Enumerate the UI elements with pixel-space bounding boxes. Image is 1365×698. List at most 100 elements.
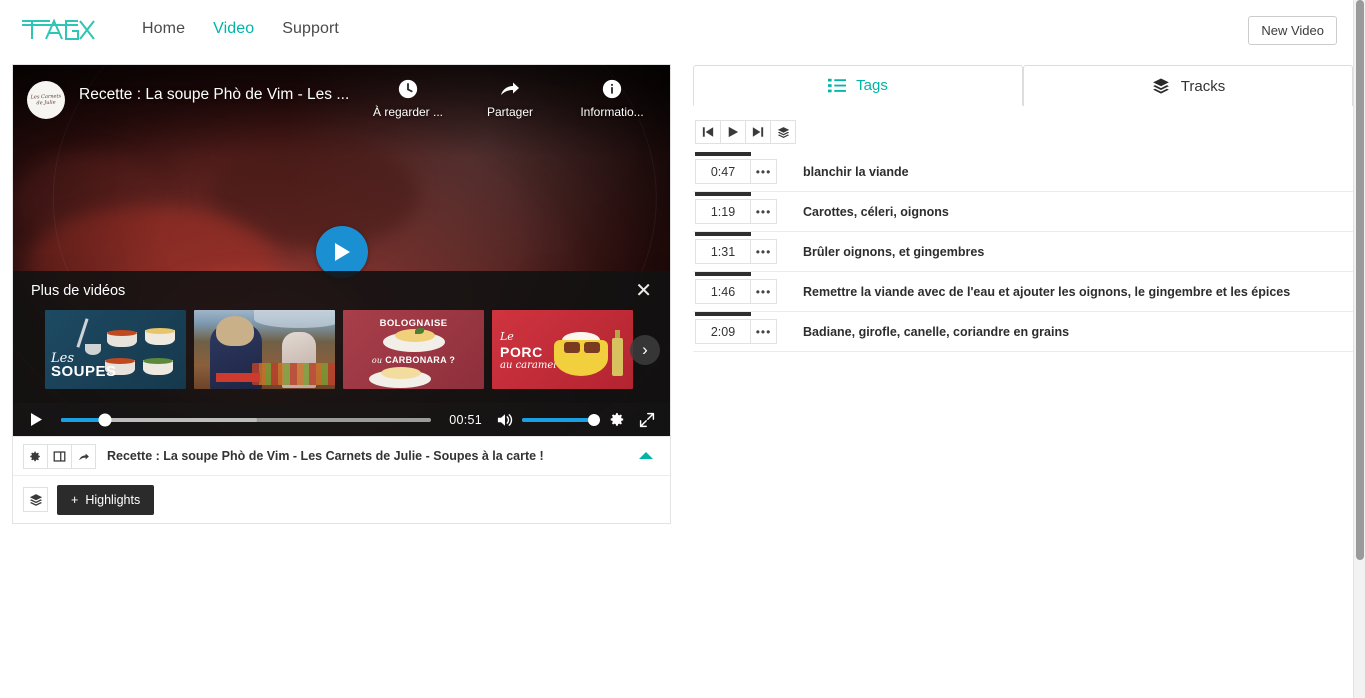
- tag-timestamp[interactable]: 1:31: [695, 239, 751, 264]
- tag-marker-bar: [695, 192, 751, 196]
- channel-avatar[interactable]: Les Carnets de Julie: [27, 81, 65, 119]
- play-button[interactable]: [720, 120, 746, 144]
- gear-icon: [610, 413, 623, 426]
- video-info-row: Recette : La soupe Phò de Vim - Les Carn…: [13, 436, 670, 475]
- video-settings-button[interactable]: [23, 443, 48, 469]
- tag-label: Badiane, girofle, canelle, coriandre en …: [803, 324, 1070, 339]
- skip-previous-button[interactable]: [695, 120, 721, 144]
- nav-link-support[interactable]: Support: [268, 14, 353, 44]
- tag-timestamp[interactable]: 0:47: [695, 159, 751, 184]
- table-row[interactable]: 1:46 ••• Remettre la viande avec de l'ea…: [693, 272, 1353, 312]
- seek-bar[interactable]: [61, 413, 432, 426]
- info-action[interactable]: Informatio...: [574, 77, 650, 119]
- share-icon: [498, 77, 522, 101]
- video-thumbnail-market-scene[interactable]: [194, 310, 335, 389]
- thumbnail-caption-line3: au caramel: [500, 360, 557, 371]
- tab-tags-label: Tags: [856, 77, 888, 94]
- caret-up-icon[interactable]: [632, 443, 660, 469]
- channel-avatar-label: Les Carnets de Julie: [30, 92, 62, 106]
- chevron-right-icon[interactable]: ›: [630, 334, 660, 365]
- watch-later-action[interactable]: À regarder ...: [370, 77, 446, 119]
- hair-shape: [216, 316, 254, 346]
- nav-links: Home Video Support: [128, 14, 353, 44]
- tag-marker-bar: [695, 152, 751, 156]
- video-thumbnail-porc-caramel[interactable]: Le PORC au caramel: [492, 310, 633, 389]
- nav-link-video[interactable]: Video: [199, 14, 268, 44]
- tag-menu-icon[interactable]: •••: [751, 159, 777, 184]
- tracks-toggle-button[interactable]: [23, 487, 48, 512]
- share-action[interactable]: Partager: [472, 77, 548, 119]
- pasta-shape: [381, 367, 421, 379]
- video-thumbnail-les-soupes[interactable]: Les SOUPES: [45, 310, 186, 389]
- video-frame-detail: [13, 154, 163, 245]
- skip-next-button[interactable]: [745, 120, 771, 144]
- thumbnail-caption-line1: Le: [500, 330, 514, 343]
- basil-leaf-icon: [415, 328, 424, 334]
- volume-slider[interactable]: [522, 413, 600, 426]
- tag-label: Brûler oignons, et gingembres: [803, 244, 985, 259]
- seek-handle[interactable]: [98, 413, 112, 426]
- video-layout-button[interactable]: [47, 443, 72, 469]
- table-row[interactable]: 1:19 ••• Carottes, céleri, oignons: [693, 192, 1353, 232]
- player-overlay-title: Recette : La soupe Phò de Vim - Les ...: [79, 86, 350, 103]
- tag-timestamp[interactable]: 1:46: [695, 279, 751, 304]
- video-frame-detail: [210, 139, 421, 250]
- video-title: Recette : La soupe Phò de Vim - Les Carn…: [107, 449, 544, 463]
- tag-timestamp[interactable]: 1:19: [695, 199, 751, 224]
- top-navigation-bar: Home Video Support New Video: [0, 0, 1353, 57]
- caret-up-glyph: [639, 452, 653, 459]
- table-row[interactable]: 0:47 ••• blanchir la viande: [693, 152, 1353, 192]
- play-icon: [334, 243, 350, 261]
- info-label: Informatio...: [580, 105, 644, 119]
- volume-handle[interactable]: [588, 413, 600, 426]
- settings-button[interactable]: [602, 405, 632, 435]
- add-highlights-label: Highlights: [85, 492, 141, 507]
- tracks-button[interactable]: [770, 120, 796, 144]
- page-scrollbar[interactable]: [1353, 0, 1365, 698]
- watch-later-label: À regarder ...: [372, 105, 444, 119]
- thumbnail-caption-line2: ou CARBONARA ?: [343, 355, 484, 365]
- info-icon: [600, 77, 624, 101]
- volume-icon: [497, 413, 513, 426]
- scrollbar-thumb[interactable]: [1356, 0, 1364, 560]
- thumbnail-caption: Les SOUPES: [51, 351, 117, 380]
- table-row[interactable]: 1:31 ••• Brûler oignons, et gingembres: [693, 232, 1353, 272]
- nav-link-home[interactable]: Home: [128, 14, 199, 44]
- new-video-button[interactable]: New Video: [1248, 16, 1337, 45]
- tags-toolbar: [695, 120, 1353, 144]
- play-pause-button[interactable]: [21, 405, 51, 435]
- video-share-button[interactable]: [71, 443, 96, 469]
- tag-menu-icon[interactable]: •••: [751, 319, 777, 344]
- share-label: Partager: [486, 105, 534, 119]
- tab-tracks[interactable]: Tracks: [1023, 65, 1353, 106]
- tab-tags[interactable]: Tags: [693, 65, 1023, 106]
- meat-shape: [584, 342, 600, 353]
- tags-list: 0:47 ••• blanchir la viande 1:19 ••• Car…: [693, 152, 1353, 352]
- tag-menu-icon[interactable]: •••: [751, 239, 777, 264]
- add-highlights-button[interactable]: + Highlights: [57, 484, 155, 515]
- thumbnail-caption-line1: BOLOGNAISE: [379, 318, 448, 329]
- layers-icon: [1152, 78, 1169, 94]
- tagx-logo[interactable]: [20, 14, 98, 44]
- tag-menu-icon[interactable]: •••: [751, 199, 777, 224]
- fullscreen-button[interactable]: [632, 405, 662, 435]
- volume-fill: [522, 417, 594, 422]
- close-icon[interactable]: ✕: [635, 281, 652, 301]
- video-thumbnail-bolognaise[interactable]: BOLOGNAISE ou CARBONARA ?: [343, 310, 484, 389]
- player-overlay-actions: À regarder ... Partager Informatio...: [370, 77, 656, 119]
- table-row[interactable]: 2:09 ••• Badiane, girofle, canelle, cori…: [693, 312, 1353, 352]
- play-icon: [30, 413, 42, 426]
- tag-menu-icon[interactable]: •••: [751, 279, 777, 304]
- mute-button[interactable]: [490, 405, 520, 435]
- layers-icon: [777, 126, 789, 138]
- tab-tracks-label: Tracks: [1180, 77, 1226, 95]
- video-control-bar: 00:51: [13, 403, 670, 436]
- clock-icon: [396, 77, 420, 101]
- tag-timestamp[interactable]: 2:09: [695, 319, 751, 344]
- tag-label: Remettre la viande avec de l'eau et ajou…: [803, 284, 1291, 299]
- video-player-card: Les Carnets de Julie Recette : La soupe …: [12, 64, 671, 524]
- video-stage[interactable]: Les Carnets de Julie Recette : La soupe …: [13, 65, 670, 436]
- right-panel: Tags Tracks 0:47 ••• blanchir la viande …: [693, 64, 1353, 352]
- more-videos-title: Plus de vidéos: [31, 283, 126, 299]
- more-videos-header: Plus de vidéos ✕: [13, 281, 670, 310]
